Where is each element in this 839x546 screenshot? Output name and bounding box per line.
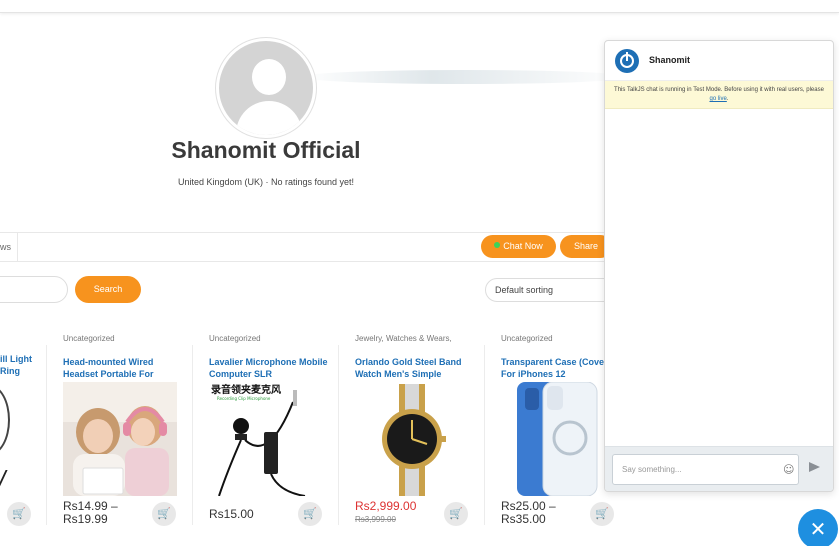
- product-category[interactable]: Jewelry, Watches & Wears,: [355, 334, 495, 346]
- product-category[interactable]: Uncategorized: [209, 334, 349, 346]
- mic-caption: 录音领夹麦克风: [211, 383, 281, 396]
- add-to-cart-button[interactable]: [152, 502, 176, 526]
- product-name[interactable]: Orlando Gold Steel Band Watch Men's Simp…: [355, 356, 475, 380]
- partial-product-image[interactable]: [0, 385, 10, 455]
- chat-now-label: Chat Now: [503, 241, 543, 251]
- chat-now-button[interactable]: Chat Now: [481, 235, 556, 258]
- product-image-phone-case[interactable]: [501, 382, 601, 496]
- partial-name-line2: Ring: [0, 366, 20, 376]
- tab-reviews[interactable]: ws: [0, 233, 18, 261]
- go-live-link[interactable]: go live: [709, 96, 726, 102]
- online-dot-icon: [494, 242, 501, 248]
- price-to: Rs19.99: [63, 512, 108, 526]
- store-search-input[interactable]: [0, 276, 68, 303]
- notice-end: .: [726, 96, 729, 102]
- header-decoration: [300, 70, 630, 84]
- store-meta: United Kingdom (UK) · No ratings found y…: [177, 177, 355, 187]
- product-image-microphone[interactable]: 录音领夹麦克风 Recording Clip Microphone: [209, 382, 323, 496]
- store-page: Shanomit Official United Kingdom (UK) · …: [0, 0, 839, 546]
- product-name[interactable]: Lavalier Microphone Mobile Computer SLR: [209, 356, 329, 380]
- add-to-cart-button[interactable]: [298, 502, 322, 526]
- product-name[interactable]: Head-mounted Wired Headset Portable For: [63, 356, 183, 380]
- notice-text: This TalkJS chat is running in Test Mode…: [614, 87, 824, 93]
- test-mode-notice: This TalkJS chat is running in Test Mode…: [605, 81, 833, 109]
- close-icon[interactable]: ✕: [798, 509, 838, 546]
- add-to-cart-button[interactable]: [444, 502, 468, 526]
- product-card[interactable]: Uncategorized Head-mounted Wired Headset…: [63, 334, 203, 526]
- power-icon: [615, 49, 639, 73]
- product-image-watch[interactable]: [355, 382, 469, 496]
- store-name: Shanomit Official: [171, 137, 361, 163]
- partial-product-stand: [0, 470, 24, 494]
- chat-title: Shanomit: [649, 55, 691, 65]
- product-sale-price: Rs2,999.00: [355, 499, 417, 513]
- partial-add-to-cart-button[interactable]: [7, 502, 31, 526]
- message-input[interactable]: Say something...: [612, 454, 799, 485]
- sorting-select[interactable]: Default sorting: [485, 278, 615, 302]
- top-bar: [0, 0, 839, 13]
- chat-panel: Shanomit This TalkJS chat is running in …: [604, 40, 834, 492]
- store-avatar: [216, 38, 316, 138]
- smiley-icon[interactable]: ☺: [783, 464, 795, 476]
- price-to: Rs35.00: [501, 512, 546, 526]
- product-category[interactable]: Uncategorized: [63, 334, 203, 346]
- product-price: Rs14.99 – Rs19.99: [63, 500, 118, 526]
- add-to-cart-button[interactable]: [590, 502, 614, 526]
- send-icon[interactable]: [809, 462, 820, 472]
- product-name[interactable]: Transparent Case (Cover) For iPhones 12: [501, 356, 621, 380]
- chat-composer: Say something... ☺: [605, 446, 833, 491]
- partial-name-line1: ill Light: [0, 354, 32, 364]
- avatar-body: [236, 101, 302, 135]
- product-image-headset[interactable]: [63, 382, 177, 496]
- product-card[interactable]: Uncategorized Lavalier Microphone Mobile…: [209, 334, 349, 526]
- product-card[interactable]: Jewelry, Watches & Wears, Orlando Gold S…: [355, 334, 495, 526]
- partial-product-name[interactable]: ill Light Ring: [0, 353, 32, 377]
- column-divider: [46, 345, 47, 525]
- avatar-head: [252, 59, 286, 95]
- mic-subcaption: Recording Clip Microphone: [217, 396, 271, 401]
- product-old-price: Rs3,999.00: [355, 515, 396, 524]
- price-from: Rs25.00 –: [501, 499, 556, 513]
- product-price: Rs15.00: [209, 507, 254, 521]
- search-button[interactable]: Search: [75, 276, 141, 303]
- chat-header: Shanomit: [605, 41, 833, 81]
- product-price: Rs25.00 – Rs35.00: [501, 500, 556, 526]
- price-from: Rs14.99 –: [63, 499, 118, 513]
